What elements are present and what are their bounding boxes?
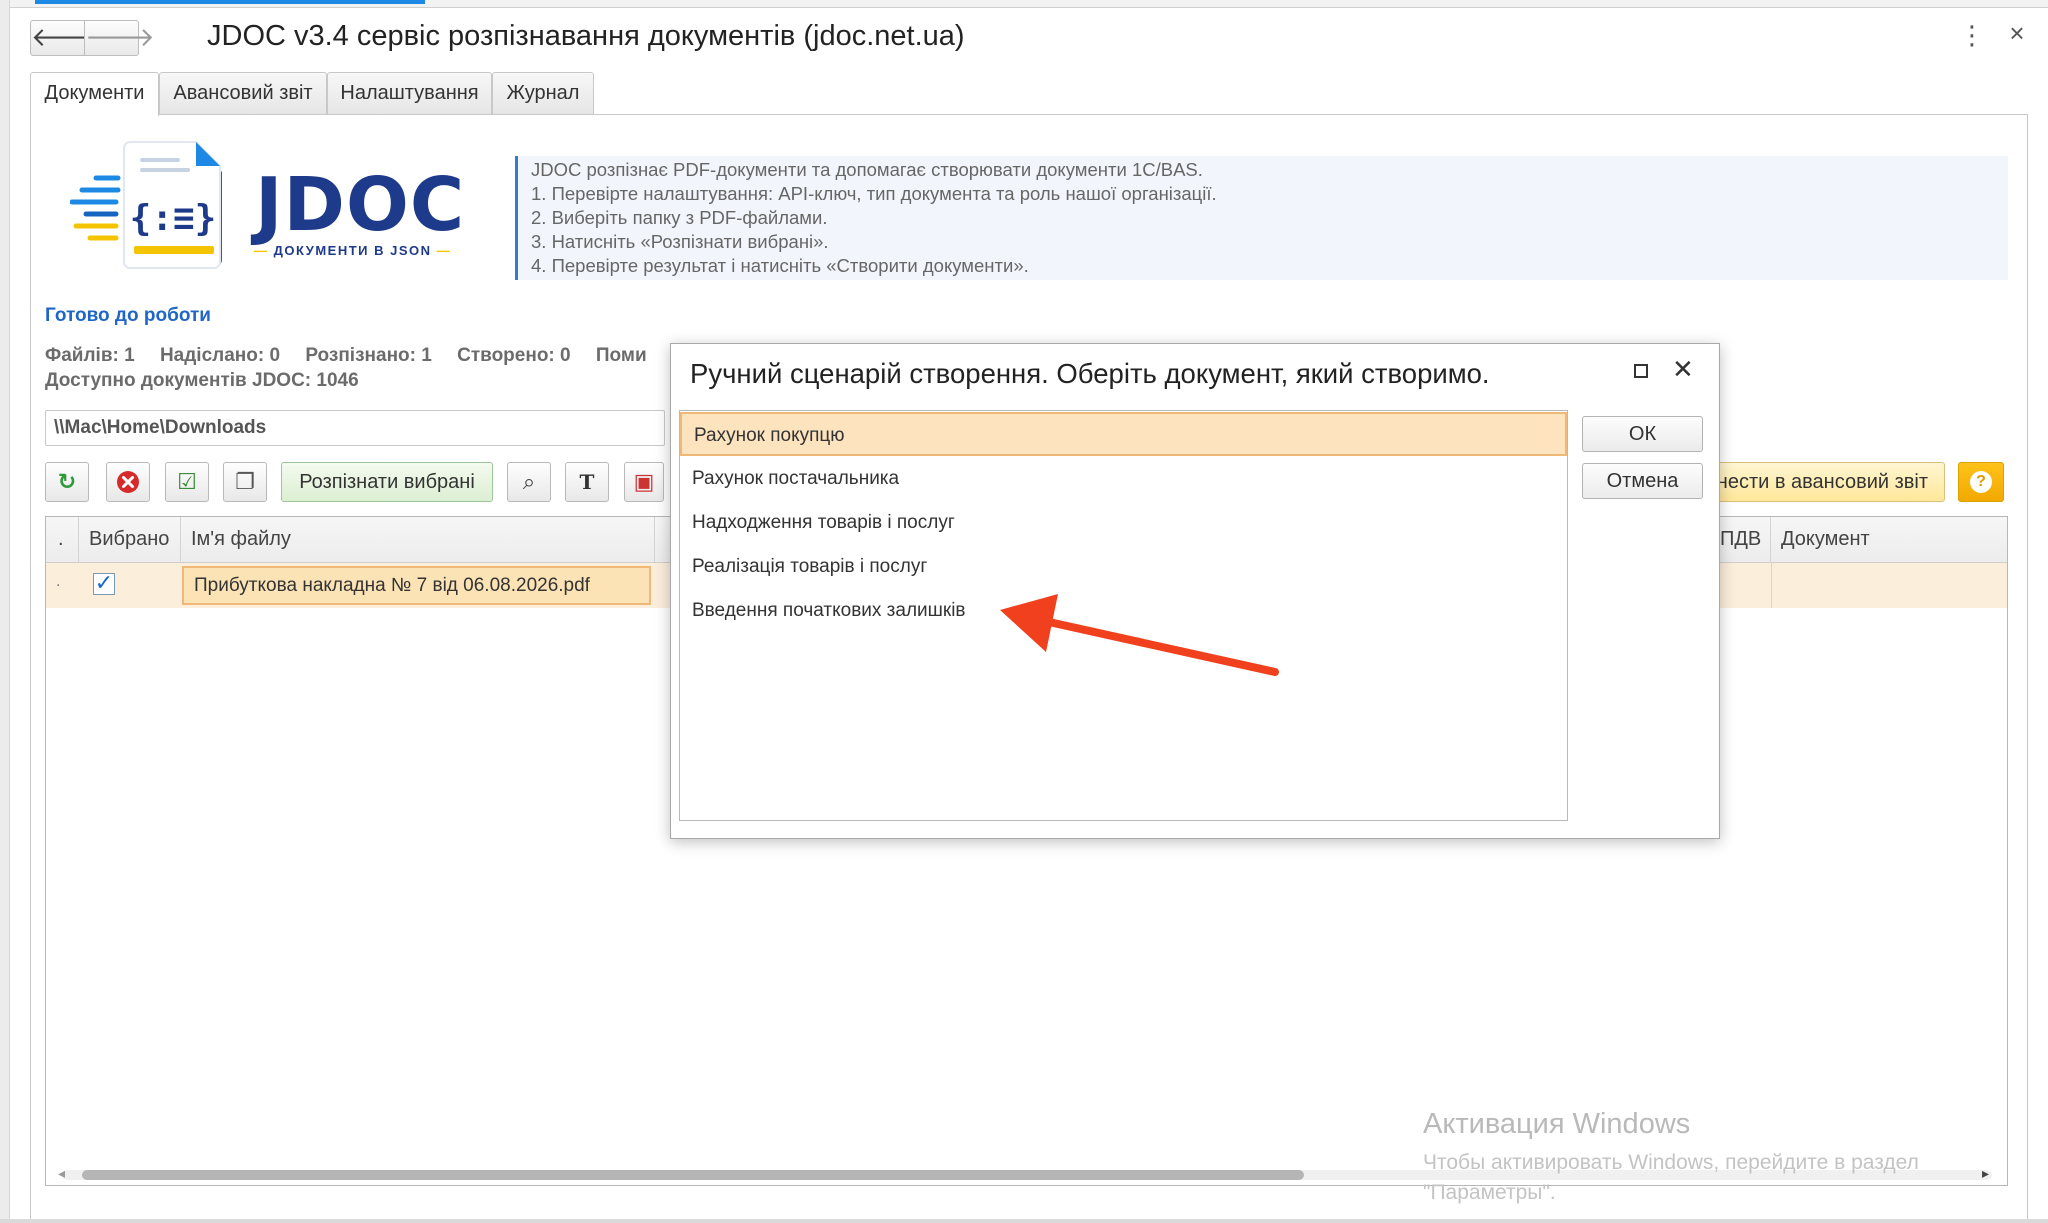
maximize-icon[interactable] (1634, 364, 1648, 378)
back-button[interactable]: 🡐 (30, 20, 101, 56)
activation-watermark-subtitle: Чтобы активировать Windows, перейдите в … (1423, 1151, 1919, 1204)
list-item-customer-invoice[interactable]: Рахунок покупцю (680, 412, 1567, 456)
active-window-tab-indicator (35, 0, 425, 4)
image-icon: ▣ (633, 469, 655, 494)
scroll-left-icon[interactable]: ◂ (58, 1165, 65, 1182)
close-window-icon[interactable]: × (2002, 18, 2032, 49)
stat-files: Файлів: 1 (45, 345, 135, 366)
tagline-text: ДОКУМЕНТИ В JSON (273, 243, 432, 258)
row-marker: . (56, 573, 61, 590)
recognize-selected-button[interactable]: Розпізнати вибрані (281, 462, 493, 502)
cancel-button[interactable]: Отмена (1582, 463, 1703, 499)
stop-icon (117, 470, 139, 493)
scrollbar-thumb[interactable] (82, 1170, 1304, 1180)
instruction-line: JDOC розпізнає PDF-документи та допомага… (531, 159, 1203, 180)
bottom-window-edge (0, 1219, 2048, 1223)
tagline-dash-right: — (436, 243, 452, 258)
scroll-right-icon[interactable]: ▸ (1982, 1165, 1989, 1182)
dialog-title: Ручний сценарій створення. Оберіть докум… (690, 358, 1490, 389)
window-title: JDOC v3.4 сервіс розпізнавання документі… (207, 20, 965, 52)
logo-wordmark: JDOC (255, 162, 466, 248)
row-select-checkbox[interactable]: ✓ (93, 572, 115, 595)
list-item-supplier-invoice[interactable]: Рахунок постачальника (680, 457, 1567, 501)
logo-brackets: {:≡} (130, 198, 217, 239)
stat-created: Створено: 0 (457, 345, 571, 366)
instruction-line: 4. Перевірте результат і натисніть «Ство… (531, 255, 1029, 276)
folder-path-input[interactable]: \\Mac\Home\Downloads (45, 410, 665, 446)
logo-tagline: — ДОКУМЕНТИ В JSON — (254, 243, 451, 258)
move-to-advance-report-button[interactable]: нести в авансовий звіт (1715, 462, 1945, 502)
available-documents: Доступно документів JDOC: 1046 (45, 370, 359, 391)
check-all-button[interactable]: ☑ (165, 462, 209, 502)
column-header-document[interactable]: Документ (1771, 517, 2007, 562)
tagline-dash-left: — (254, 243, 269, 258)
instruction-line: 2. Виберіть папку з PDF-файлами. (531, 207, 828, 228)
list-item-goods-sale[interactable]: Реалізація товарів і послуг (680, 545, 1567, 589)
annotation-arrow-icon (1000, 594, 1279, 676)
image-view-button[interactable]: ▣ (624, 462, 664, 502)
row-filename-cell[interactable]: Прибуткова накладна № 7 від 06.08.2026.p… (182, 566, 651, 605)
check-all-icon: ☑ (177, 469, 197, 494)
tab-documents[interactable]: Документи (30, 72, 159, 116)
preview-button[interactable]: ⌕ (507, 462, 551, 502)
tab-advance-report[interactable]: Авансовий звіт (159, 72, 327, 114)
activation-watermark-title: Активация Windows (1423, 1108, 1691, 1140)
refresh-icon: ↻ (57, 469, 77, 494)
speed-lines (70, 175, 121, 241)
more-options-icon[interactable]: ⋮ (1959, 20, 1985, 51)
tab-settings[interactable]: Налаштування (327, 72, 492, 114)
text-view-button[interactable]: T (565, 462, 609, 502)
row-column-divider (1771, 563, 1772, 608)
column-header-marker[interactable]: . (46, 517, 79, 562)
list-item-goods-receipt[interactable]: Надходження товарів і послуг (680, 501, 1567, 545)
zoom-icon: ⌕ (522, 469, 536, 494)
copy-button[interactable]: ❐ (223, 462, 267, 502)
instruction-line: 3. Натисніть «Розпізнати вибрані». (531, 231, 829, 252)
help-button[interactable]: ? (1958, 462, 2004, 502)
copy-icon: ❐ (235, 469, 255, 494)
tab-journal[interactable]: Журнал (492, 72, 594, 114)
column-header-selected[interactable]: Вибрано (79, 517, 181, 562)
forward-button[interactable]: 🡒 (84, 20, 155, 56)
arrow-right-icon: 🡒 (85, 22, 155, 52)
refresh-button[interactable]: ↻ (45, 462, 89, 502)
text-icon: T (579, 470, 595, 494)
ok-button[interactable]: ОК (1582, 416, 1703, 452)
dialog-close-icon[interactable]: ✕ (1672, 354, 1694, 385)
instruction-line: 1. Перевірте налаштування: API-ключ, тип… (531, 183, 1217, 204)
stat-recognized: Розпізнано: 1 (305, 345, 432, 366)
column-header-filename[interactable]: Ім'я файлу (181, 517, 655, 562)
stop-button[interactable] (106, 462, 150, 502)
status-title: Готово до роботи (45, 305, 211, 326)
stat-errors: Поми (595, 345, 647, 366)
stats-line: Файлів: 1 Надіслано: 0 Розпізнано: 1 Ств… (45, 345, 667, 367)
stat-sent: Надіслано: 0 (159, 345, 281, 366)
left-window-edge (0, 0, 10, 1223)
help-icon: ? (1970, 470, 1992, 493)
instructions-box: JDOC розпізнає PDF-документи та допомага… (515, 156, 2008, 280)
